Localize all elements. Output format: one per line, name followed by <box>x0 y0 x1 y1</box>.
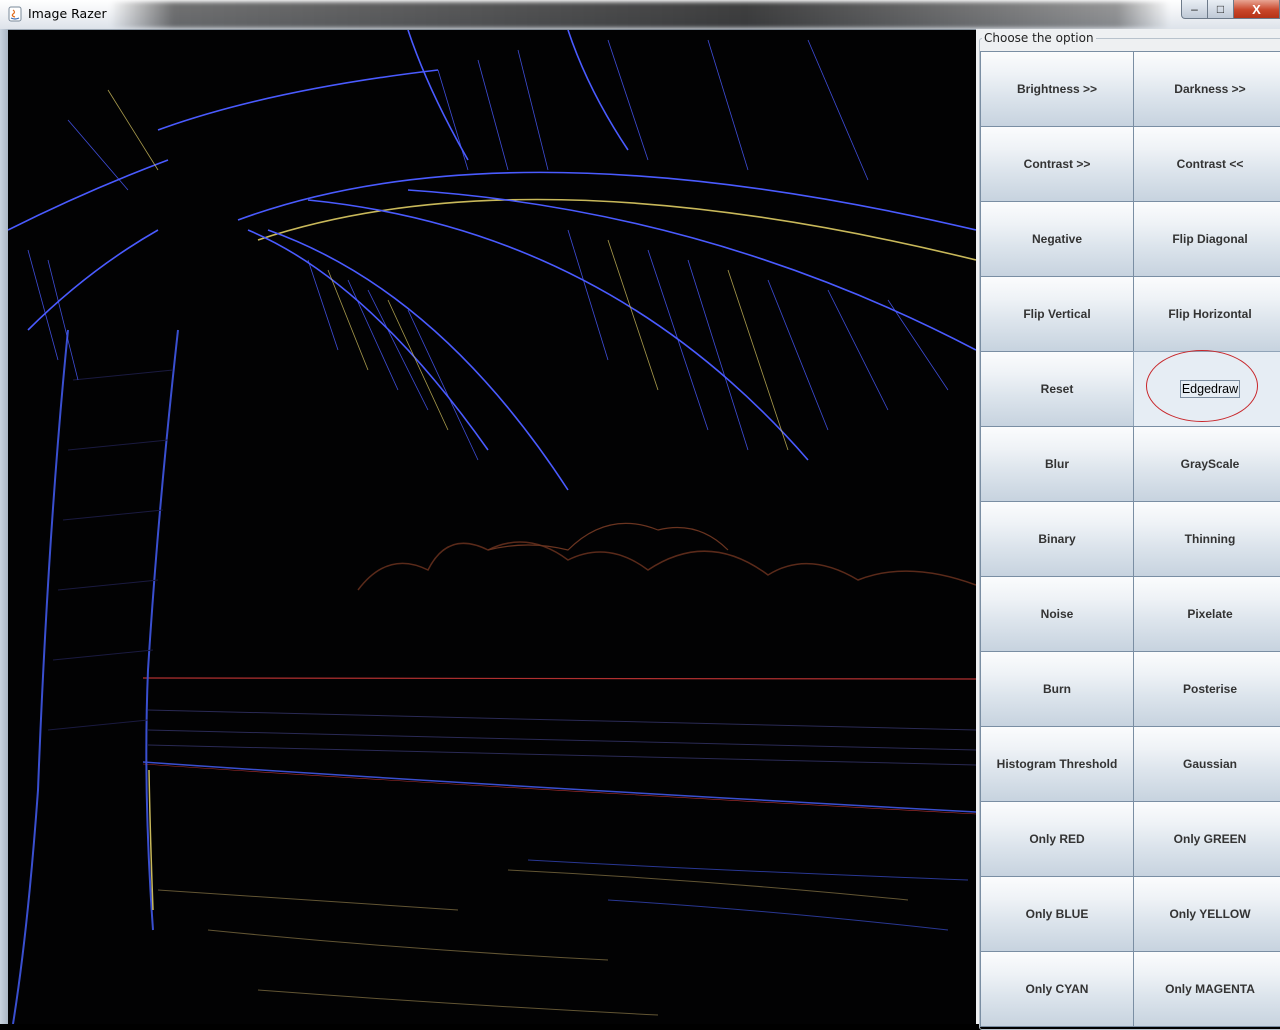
option-button-pixelate[interactable]: Pixelate <box>1133 576 1280 652</box>
option-button-label: Contrast >> <box>1023 157 1091 171</box>
options-panel: Choose the option Brightness >> Darkness … <box>976 29 1280 1030</box>
option-button-label: Only CYAN <box>1025 982 1089 996</box>
option-button-label: Edgedraw <box>1179 380 1241 398</box>
option-button-label: Flip Diagonal <box>1172 232 1248 246</box>
close-button[interactable]: X <box>1234 0 1280 19</box>
option-button-gaussian[interactable]: Gaussian <box>1133 726 1280 802</box>
option-button-contrast[interactable]: Contrast << <box>1133 126 1280 202</box>
option-button-flip-horizontal[interactable]: Flip Horizontal <box>1133 276 1280 352</box>
option-button-label: Flip Horizontal <box>1168 307 1252 321</box>
option-button-label: Pixelate <box>1187 607 1233 621</box>
option-button-label: Blur <box>1045 457 1069 471</box>
option-button-label: Noise <box>1040 607 1074 621</box>
options-panel-legend: Choose the option <box>982 31 1096 45</box>
option-button-label: Reset <box>1040 382 1074 396</box>
option-button-label: Darkness >> <box>1174 82 1246 96</box>
option-button-label: Thinning <box>1184 532 1236 546</box>
option-button-reset[interactable]: Reset <box>980 351 1134 427</box>
option-button-only-cyan[interactable]: Only CYAN <box>980 951 1134 1027</box>
option-button-label: Gaussian <box>1182 757 1238 771</box>
title-bar: Image Razer – □ X <box>0 0 1280 30</box>
option-button-label: Flip Vertical <box>1023 307 1091 321</box>
option-button-label: Binary <box>1038 532 1076 546</box>
option-button-label: Negative <box>1031 232 1083 246</box>
option-button-only-blue[interactable]: Only BLUE <box>980 876 1134 952</box>
option-button-only-magenta[interactable]: Only MAGENTA <box>1133 951 1280 1027</box>
option-button-label: Only BLUE <box>1025 907 1089 921</box>
image-canvas[interactable] <box>8 30 976 1024</box>
option-button-label: Only YELLOW <box>1169 907 1251 921</box>
minimize-button[interactable]: – <box>1181 0 1208 19</box>
option-button-brightness[interactable]: Brightness >> <box>980 51 1134 127</box>
option-button-flip-diagonal[interactable]: Flip Diagonal <box>1133 201 1280 277</box>
option-button-label: Brightness >> <box>1016 82 1098 96</box>
option-button-only-green[interactable]: Only GREEN <box>1133 801 1280 877</box>
option-button-label: GrayScale <box>1180 457 1240 471</box>
option-button-label: Posterise <box>1182 682 1238 696</box>
option-button-flip-vertical[interactable]: Flip Vertical <box>980 276 1134 352</box>
option-button-grayscale[interactable]: GrayScale <box>1133 426 1280 502</box>
window-controls: – □ X <box>1181 0 1280 20</box>
option-button-binary[interactable]: Binary <box>980 501 1134 577</box>
option-button-only-red[interactable]: Only RED <box>980 801 1134 877</box>
option-button-posterise[interactable]: Posterise <box>1133 651 1280 727</box>
window-title: Image Razer <box>28 6 107 21</box>
option-button-label: Only RED <box>1029 832 1085 846</box>
option-button-label: Only GREEN <box>1173 832 1247 846</box>
option-button-negative[interactable]: Negative <box>980 201 1134 277</box>
option-button-label: Contrast << <box>1176 157 1244 171</box>
option-button-histogram-threshold[interactable]: Histogram Threshold <box>980 726 1134 802</box>
window-left-border <box>0 29 8 1024</box>
title-bar-shadow <box>110 2 1170 28</box>
maximize-button[interactable]: □ <box>1208 0 1234 19</box>
option-button-noise[interactable]: Noise <box>980 576 1134 652</box>
option-button-label: Only MAGENTA <box>1165 982 1255 996</box>
option-button-contrast[interactable]: Contrast >> <box>980 126 1134 202</box>
option-button-only-yellow[interactable]: Only YELLOW <box>1133 876 1280 952</box>
option-button-label: Burn <box>1043 682 1071 696</box>
option-button-darkness[interactable]: Darkness >> <box>1133 51 1280 127</box>
option-button-thinning[interactable]: Thinning <box>1133 501 1280 577</box>
options-grid: Brightness >> Darkness >> Contrast >> Contr… <box>980 51 1280 1027</box>
option-button-burn[interactable]: Burn <box>980 651 1134 727</box>
option-button-blur[interactable]: Blur <box>980 426 1134 502</box>
java-app-icon <box>8 6 22 22</box>
edge-detected-image <box>8 30 976 1024</box>
option-button-label: Histogram Threshold <box>996 757 1118 771</box>
option-button-edgedraw[interactable]: Edgedraw <box>1133 350 1280 427</box>
